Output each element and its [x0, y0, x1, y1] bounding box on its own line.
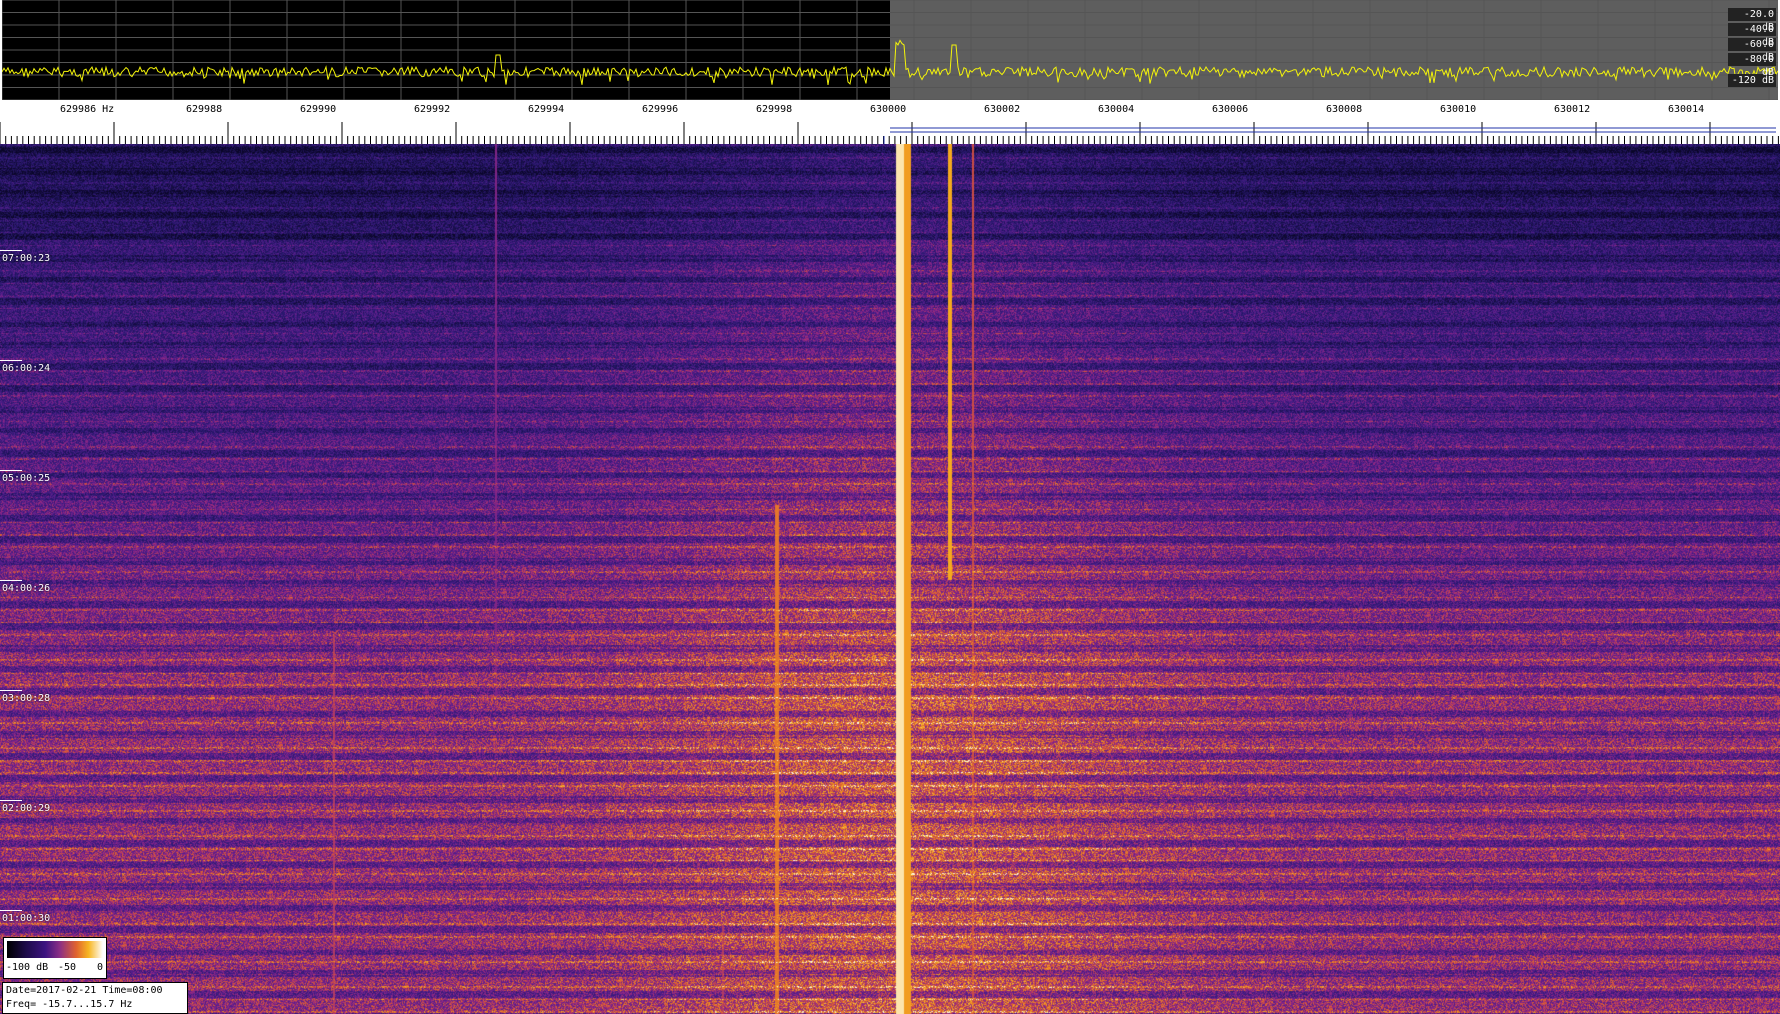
time-tick	[0, 690, 22, 691]
freq-label: 629986 Hz	[60, 104, 115, 115]
time-label: 04:00:26	[2, 583, 51, 594]
colorbar-legend: -100 dB -50 0	[3, 937, 107, 979]
db-scale: -20.0 dB -40.0 dB -60.0 dB -80.0 dB -120…	[1728, 8, 1776, 89]
freq-label: 630004	[1098, 104, 1135, 115]
time-tick	[0, 470, 22, 471]
spectrum-panel[interactable]: -20.0 dB -40.0 dB -60.0 dB -80.0 dB -120…	[2, 0, 1778, 100]
colorbar-gradient	[7, 941, 103, 958]
freq-label: 629988	[186, 104, 223, 115]
frequency-range-readout: Freq= -15.7...15.7 Hz	[6, 999, 133, 1010]
colorbar-mid-label: -50	[58, 962, 77, 973]
freq-label: 630002	[984, 104, 1021, 115]
time-tick	[0, 800, 22, 801]
time-label: 06:00:24	[2, 363, 51, 374]
freq-label: 629994	[528, 104, 565, 115]
freq-label: 630000	[870, 104, 907, 115]
time-label: 03:00:28	[2, 693, 51, 704]
time-tick	[0, 910, 22, 911]
time-label: 07:00:23	[2, 253, 51, 264]
time-label: 02:00:29	[2, 803, 51, 814]
db-label: -60.0 dB	[1728, 38, 1776, 63]
time-label: 01:00:30	[2, 913, 51, 924]
frequency-ruler[interactable]: 629986 Hz 629988 629990 629992 629994 62…	[0, 100, 1780, 144]
freq-label: 630010	[1440, 104, 1477, 115]
db-label: -80.0 dB	[1728, 53, 1776, 78]
freq-label: 630008	[1326, 104, 1363, 115]
freq-label: 629992	[414, 104, 451, 115]
info-box: Date=2017-02-21 Time=08:00 Freq= -15.7..…	[2, 982, 188, 1014]
date-time-readout: Date=2017-02-21 Time=08:00	[6, 985, 163, 996]
time-tick	[0, 250, 22, 251]
freq-label: 629998	[756, 104, 793, 115]
db-label: -40.0 dB	[1728, 23, 1776, 48]
freq-label: 629990	[300, 104, 337, 115]
freq-label: 630006	[1212, 104, 1249, 115]
freq-label: 629996	[642, 104, 679, 115]
db-label: -20.0 dB	[1728, 8, 1776, 33]
time-tick	[0, 580, 22, 581]
time-tick	[0, 360, 22, 361]
colorbar-max-label: 0	[97, 962, 104, 973]
spectrum-plot	[2, 0, 1778, 100]
waterfall-canvas	[0, 144, 1780, 1014]
waterfall-display[interactable]: 07:00:23 06:00:24 05:00:25 04:00:26 03:0…	[0, 144, 1780, 1014]
db-label: -120 dB	[1728, 74, 1776, 87]
freq-label: 630014	[1668, 104, 1705, 115]
freq-label: 630012	[1554, 104, 1591, 115]
colorbar-min-label: -100 dB	[6, 962, 49, 973]
time-label: 05:00:25	[2, 473, 51, 484]
